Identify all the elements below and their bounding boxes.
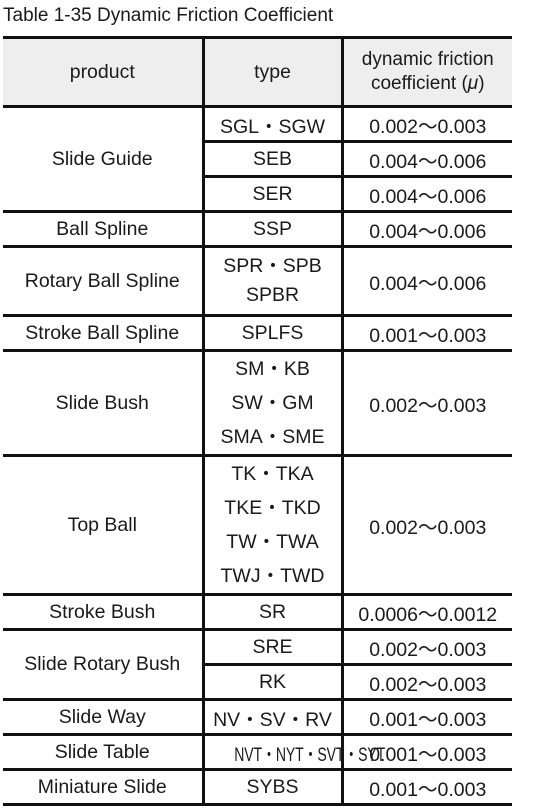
type-cell: SSP <box>201 210 342 248</box>
table-row: Rotary Ball Spline SPR・SPB SPBR 0.004～0.… <box>3 245 512 317</box>
type-line: TK・TKA <box>231 463 314 485</box>
product-cell: Stroke Ball Spline <box>3 314 203 352</box>
coefficient-cell: 0.004～0.006 <box>340 210 512 248</box>
coefficient-cell: 0.004～0.006 <box>340 245 512 317</box>
type-line: SW・GM <box>231 392 314 414</box>
coefficient-cell: 0.004～0.006 <box>340 175 512 213</box>
product-cell: Slide Table <box>3 733 203 771</box>
header-coefficient-line2: coefficient ( <box>370 73 468 94</box>
coefficient-cell: 0.004～0.006 <box>340 140 512 178</box>
product-cell: Miniature Slide <box>3 768 203 806</box>
type-line: SPBR <box>245 284 300 306</box>
product-cell: Slide Way <box>3 698 203 736</box>
coefficient-cell: 0.001～0.003 <box>340 314 512 352</box>
table-row: Slide Bush SM・KB SW・GM SMA・SME 0.002～0.0… <box>3 349 512 457</box>
type-cell: SGL・SGW <box>201 105 342 143</box>
type-cell: NVT・NYT・SVT・SYT <box>201 733 385 771</box>
coefficient-cell: 0.001～0.003 <box>340 698 512 736</box>
type-cell: SPLFS <box>201 314 342 352</box>
coefficient-cell: 0.002～0.003 <box>340 105 512 143</box>
type-line: NVT・NYT・SVT・SYT <box>233 743 385 766</box>
mu-symbol: μ <box>467 73 479 94</box>
table-row: Miniature Slide SYBS 0.001～0.003 <box>3 768 512 806</box>
table-row: Slide Table NVT・NYT・SVT・SYT 0.001～0.003 <box>3 733 512 771</box>
header-coefficient-line1: dynamic friction <box>361 49 494 70</box>
product-cell: Top Ball <box>3 454 203 596</box>
coefficient-cell: 0.002～0.003 <box>340 349 512 457</box>
table-row: Slide Guide SGL・SGW 0.002～0.003 <box>3 105 512 213</box>
type-line: SPR・SPB <box>223 255 322 277</box>
type-cell: SM・KB SW・GM SMA・SME <box>201 349 342 457</box>
type-line: SM・KB <box>235 358 310 380</box>
type-cell: SR <box>201 593 342 631</box>
table-row: Ball Spline SSP 0.004～0.006 <box>3 210 512 248</box>
table-row: Stroke Ball Spline SPLFS 0.001～0.003 <box>3 314 512 352</box>
header-type: type <box>201 36 342 108</box>
header-coefficient-close: ) <box>478 73 485 94</box>
table-caption: Table 1-35 Dynamic Friction Coefficient <box>3 5 334 26</box>
product-cell: Slide Rotary Bush <box>3 628 203 701</box>
type-cell: SER <box>201 175 342 213</box>
product-cell: Slide Guide <box>3 105 203 213</box>
type-cell: TK・TKA TKE・TKD TW・TWA TWJ・TWD <box>201 454 342 596</box>
coefficient-cell: 0.0006～0.0012 <box>340 593 512 631</box>
type-line: TWJ・TWD <box>220 565 325 587</box>
type-cell: RK <box>201 663 342 701</box>
friction-coefficient-table: product type dynamic friction coefficien… <box>3 36 512 806</box>
table-row: Slide Rotary Bush SRE 0.002～0.003 <box>3 628 512 701</box>
product-cell: Rotary Ball Spline <box>3 245 203 317</box>
type-cell: NV・SV・RV <box>201 698 342 736</box>
table-row: Stroke Bush SR 0.0006～0.0012 <box>3 593 512 631</box>
product-cell: Ball Spline <box>3 210 203 248</box>
type-cell: SYBS <box>201 768 342 806</box>
product-cell: Slide Bush <box>3 349 203 457</box>
coefficient-cell: 0.002～0.003 <box>340 663 512 701</box>
coefficient-cell: 0.002～0.003 <box>340 454 512 596</box>
header-row: product type dynamic friction coefficien… <box>3 36 512 108</box>
product-cell: Stroke Bush <box>3 593 203 631</box>
coefficient-cell: 0.002～0.003 <box>340 628 512 666</box>
type-line: TKE・TKD <box>224 497 321 519</box>
type-cell: SPR・SPB SPBR <box>201 245 342 317</box>
coefficient-cell: 0.001～0.003 <box>340 768 512 806</box>
type-cell: SRE <box>201 628 342 666</box>
header-product: product <box>3 36 203 108</box>
table-row: Top Ball TK・TKA TKE・TKD TW・TWA TWJ・TWD 0… <box>3 454 512 596</box>
type-cell: SEB <box>201 140 342 178</box>
table-row: Slide Way NV・SV・RV 0.001～0.003 <box>3 698 512 736</box>
type-line: SMA・SME <box>220 426 325 448</box>
type-line: TW・TWA <box>226 531 319 553</box>
header-coefficient: dynamic friction coefficient (μ) <box>340 36 512 108</box>
